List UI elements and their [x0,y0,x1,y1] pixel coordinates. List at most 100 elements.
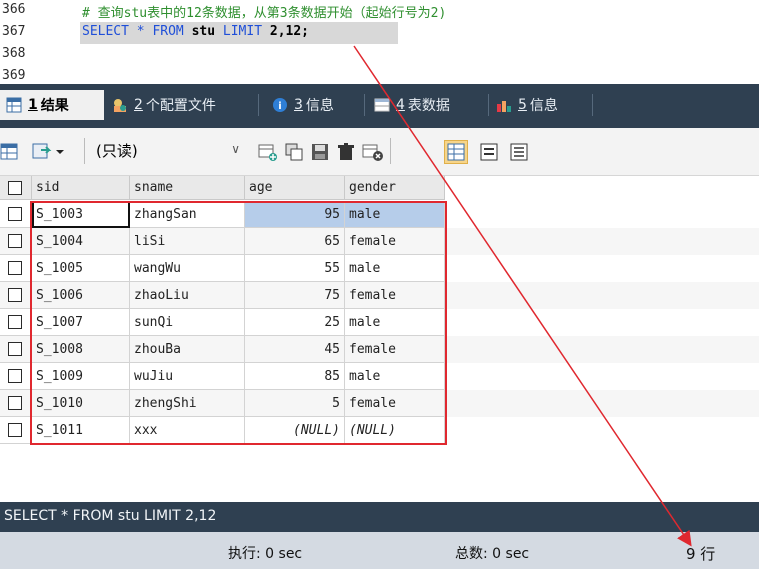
form-mode-icon[interactable] [480,142,500,162]
tab-info[interactable]: 5 信息 [496,90,592,120]
column-header-gender[interactable]: gender [345,176,445,200]
sql-star: * [136,24,145,39]
table-row[interactable]: S_1005 wangWu 55 male [0,255,759,282]
tab-label: 个配置文件 [145,98,216,114]
tab-profile[interactable]: 2 个配置文件 [112,90,252,120]
edit-mode-select[interactable]: (只读) ∨ [96,140,244,164]
table-cell-gender[interactable]: male [345,201,445,228]
table-cell-sname[interactable]: wuJiu [130,363,245,390]
table-cell-gender[interactable]: female [345,228,445,255]
table-cell-gender[interactable]: male [345,363,445,390]
table-cell-sid[interactable]: S_1006 [32,282,130,309]
table-row[interactable]: S_1006 zhaoLiu 75 female [0,282,759,309]
duplicate-row-icon[interactable] [284,142,304,162]
table-cell-sname[interactable]: zhengShi [130,390,245,417]
sql-statement[interactable]: SELECT * FROM stu LIMIT 2,12; [82,24,309,39]
row-selector[interactable] [0,417,32,444]
table-cell-age[interactable]: 75 [245,282,345,309]
status-bar: 执行: 0 sec 总数: 0 sec 9 行 [0,532,759,569]
grid-view-icon[interactable] [0,142,20,162]
tab-results[interactable]: 1 结果 [0,90,104,120]
table-cell-sid[interactable]: S_1010 [32,390,130,417]
table-row[interactable]: S_1007 sunQi 25 male [0,309,759,336]
table-cell-age[interactable]: 5 [245,390,345,417]
table-row[interactable]: S_1010 zhengShi 5 female [0,390,759,417]
table-cell-sid[interactable]: S_1008 [32,336,130,363]
exec-time: 执行: 0 sec [228,546,303,562]
table-cell-sid[interactable]: S_1004 [32,228,130,255]
chevron-down-icon[interactable] [54,144,66,164]
query-text-bar: SELECT * FROM stu LIMIT 2,12 [0,502,759,532]
table-cell-sname[interactable]: zhouBa [130,336,245,363]
table-cell-sname[interactable]: wangWu [130,255,245,282]
tab-divider [488,94,489,116]
row-checkbox[interactable] [8,315,22,329]
table-cell-sid[interactable]: S_1005 [32,255,130,282]
row-selector[interactable] [0,201,32,228]
row-selector[interactable] [0,390,32,417]
sql-args: 2,12; [269,24,310,39]
table-row[interactable]: S_1004 liSi 65 female [0,228,759,255]
table-cell-age[interactable]: 65 [245,228,345,255]
grid-mode-icon[interactable] [444,140,468,164]
tab-number: 5 [518,97,527,113]
row-selector[interactable] [0,336,32,363]
table-cell-sid[interactable]: S_1011 [32,417,130,444]
discard-icon[interactable] [362,142,383,162]
row-checkbox[interactable] [8,342,22,356]
editor-line: 366 # 查询stu表中的12条数据，从第3条数据开始（起始行号为2) [0,0,759,22]
table-cell-age[interactable]: 55 [245,255,345,282]
table-cell-gender[interactable]: (NULL) [345,417,445,444]
row-selector[interactable] [0,228,32,255]
table-cell-gender[interactable]: male [345,309,445,336]
table-cell-gender[interactable]: female [345,390,445,417]
svg-text:i: i [278,101,281,112]
column-header-sid[interactable]: sid [32,176,130,200]
table-cell-sname[interactable]: xxx [130,417,245,444]
table-cell-age[interactable]: 95 [245,201,345,228]
table-cell-sid[interactable]: S_1009 [32,363,130,390]
table-cell-sid[interactable]: S_1007 [32,309,130,336]
table-cell-sname[interactable]: zhaoLiu [130,282,245,309]
table-cell-sid[interactable]: S_1003 [32,201,130,228]
row-checkbox[interactable] [8,207,22,221]
table-cell-age[interactable]: (NULL) [245,417,345,444]
table-row[interactable]: S_1003 zhangSan 95 male [0,201,759,228]
table-row[interactable]: S_1008 zhouBa 45 female [0,336,759,363]
table-cell-age[interactable]: 45 [245,336,345,363]
row-checkbox[interactable] [8,423,22,437]
row-selector[interactable] [0,363,32,390]
save-icon[interactable] [310,142,330,162]
table-cell-sname[interactable]: liSi [130,228,245,255]
text-mode-icon[interactable] [510,142,530,162]
select-all-checkbox[interactable] [8,181,22,195]
row-checkbox[interactable] [8,261,22,275]
column-header-age[interactable]: age [245,176,345,200]
insert-row-icon[interactable] [258,142,278,162]
executed-query: SELECT * FROM stu LIMIT 2,12 [4,508,217,524]
table-cell-sname[interactable]: sunQi [130,309,245,336]
row-checkbox[interactable] [8,396,22,410]
row-selector[interactable] [0,255,32,282]
tab-messages[interactable]: i 3 信息 [272,90,362,120]
table-cell-gender[interactable]: female [345,282,445,309]
tab-label: 表数据 [407,98,450,114]
table-cell-gender[interactable]: male [345,255,445,282]
table-cell-age[interactable]: 25 [245,309,345,336]
table-row[interactable]: S_1009 wuJiu 85 male [0,363,759,390]
table-row[interactable]: S_1011 xxx (NULL) (NULL) [0,417,759,444]
row-checkbox[interactable] [8,234,22,248]
table-cell-gender[interactable]: female [345,336,445,363]
row-selector[interactable] [0,282,32,309]
delete-icon[interactable] [336,142,356,162]
column-header-sname[interactable]: sname [130,176,245,200]
row-selector[interactable] [0,309,32,336]
select-all-header[interactable] [0,176,32,200]
export-icon[interactable] [32,142,52,162]
sql-editor[interactable]: 366 # 查询stu表中的12条数据，从第3条数据开始（起始行号为2) 367… [0,0,759,84]
table-cell-age[interactable]: 85 [245,363,345,390]
tab-table-data[interactable]: 4 表数据 [374,90,484,120]
row-checkbox[interactable] [8,288,22,302]
row-checkbox[interactable] [8,369,22,383]
table-cell-sname[interactable]: zhangSan [130,201,245,228]
